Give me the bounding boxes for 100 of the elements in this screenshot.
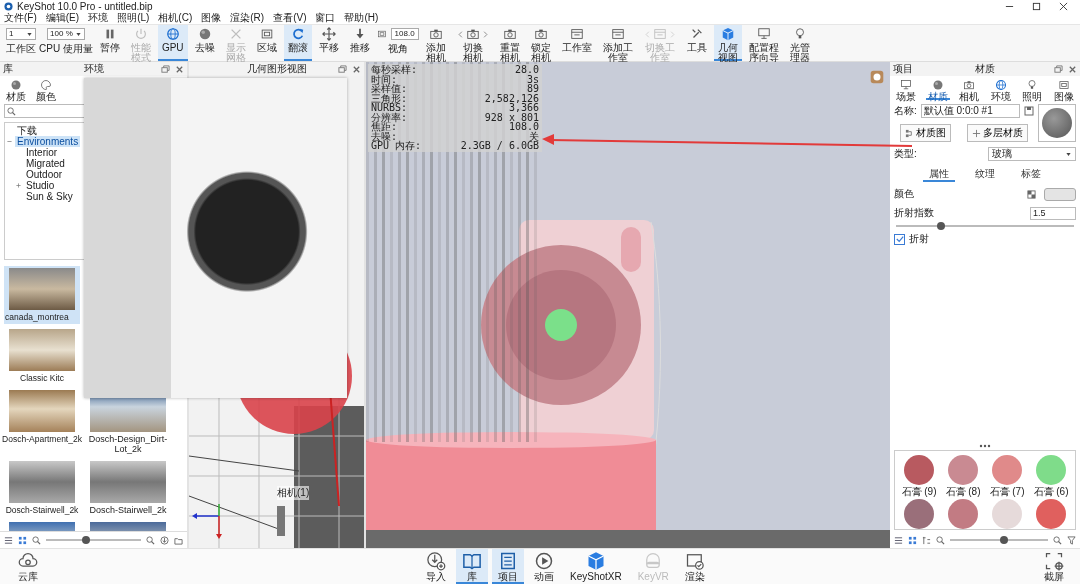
menu-item[interactable]: 编辑(E) [45,11,80,25]
property-label: 颜色 [894,187,914,201]
toolbar-button[interactable]: 暂停 [95,25,124,61]
tree-item[interactable]: 下载 [15,125,39,136]
slider-thumb[interactable] [999,536,1008,544]
toolbar-button[interactable]: GPU [157,25,188,61]
stat-label: 去噪: [371,131,398,141]
menu-item[interactable]: 渲染(R) [230,11,265,25]
expander-icon[interactable] [6,138,13,145]
toolbar-button[interactable]: 切换相机 [452,25,493,61]
material-swatch[interactable] [992,499,1022,529]
environment-item[interactable]: Dosch-Stairwell_2k [88,459,168,517]
panel-icon [569,27,584,41]
material-swatch[interactable] [992,455,1022,485]
tree-item[interactable]: Interior [24,147,60,158]
property-tab[interactable]: 属性 [923,166,955,182]
expander-icon[interactable] [15,182,22,189]
toolbar-button[interactable]: 工作室 [557,25,596,61]
material-swatch[interactable] [904,499,934,529]
tree-item[interactable]: Outdoor [24,169,65,180]
toolbar-button[interactable]: 光管理器 [785,25,814,61]
list-view-icon [894,535,903,545]
toolbar-button[interactable]: 添加相机 [421,25,450,61]
menu-item[interactable]: 相机(C) [158,11,193,25]
menu-item[interactable]: 帮助(H) [344,11,379,25]
material-swatch[interactable] [1036,455,1066,485]
toolbar-button[interactable]: 工具 [682,25,711,61]
material-swatch[interactable] [948,455,978,485]
toolbar-button[interactable]: 配置程序向导 [744,25,783,61]
toolbar-button[interactable]: 区域 [252,25,281,61]
menu-item[interactable]: 图像 [201,11,222,25]
project-tab[interactable]: 相机 [957,78,982,100]
monitor-icon [756,27,771,41]
caret-icon [74,30,82,38]
zoom-in-icon [1053,535,1062,545]
material-button[interactable]: 多层材质 [967,124,1028,142]
environment-item[interactable]: Classic Kitc [4,327,80,385]
material-swatch[interactable] [948,499,978,529]
dock-button[interactable]: 导入 [420,549,452,584]
project-tab[interactable]: 照明 [1020,78,1045,100]
toolbar-button[interactable]: 翻滚 [283,25,312,61]
stat-label: GPU 内存: [371,141,422,151]
list-view-icon [4,535,13,545]
type-dropdown[interactable]: 玻璃 [988,147,1076,161]
toolbar-button[interactable]: 推移 [345,25,374,61]
dock-button[interactable]: 渲染 [678,549,711,584]
color-swatch[interactable] [1044,187,1076,201]
property-tab[interactable]: 纹理 [969,166,1001,182]
panel-title: 项目 [893,62,914,76]
dock-button[interactable]: 项目 [492,549,524,584]
project-tab[interactable]: 场景 [894,78,918,100]
toolbar-button[interactable]: 去噪 [190,25,219,61]
material-swatch[interactable] [1036,499,1066,529]
tree-item[interactable]: Migrated [24,158,67,169]
menu-item[interactable]: 窗口 [315,11,336,25]
environment-item[interactable]: Dosch-Apartment_2k [4,388,80,456]
close-icon [1068,64,1077,74]
stat-value: 关 [528,131,539,141]
material-name: 石膏 (8) [945,487,981,497]
library-tab[interactable]: 材质 [4,78,28,100]
toolbar-button[interactable]: 重置相机 [495,25,524,61]
dock-button[interactable]: KeyShotXR [564,549,628,584]
tree-item[interactable]: Studio [24,180,57,191]
sphere-icon [197,27,212,41]
close-icon [175,64,184,74]
import-icon [426,551,446,571]
dropdown[interactable]: 100 % [47,28,85,40]
dock-button[interactable]: 云库 [12,549,44,584]
toolbar-button[interactable]: 锁定相机 [526,25,555,61]
name-field[interactable]: 默认值 0:0:0 #1 [920,104,1020,118]
sort-icon [922,535,931,545]
field-of-view-field[interactable]: 108.0 [390,28,419,40]
dropdown[interactable]: 1 [6,28,36,40]
menu-item[interactable]: 查看(V) [273,11,307,25]
environment-name: Dosch-Stairwell_2k [89,505,167,515]
library-tab[interactable]: 颜色 [34,78,58,100]
dock-button[interactable]: 动画 [528,549,560,584]
menu-item[interactable]: 照明(L) [117,11,150,25]
environment-item[interactable]: canada_montrea [4,266,80,324]
material-swatch[interactable] [904,455,934,485]
tree-item[interactable]: Sun & Sky [24,191,75,202]
slider-thumb[interactable] [81,536,90,544]
dock-button[interactable]: 截屏 [1038,549,1070,584]
property-tab[interactable]: 标签 [1015,166,1047,182]
zoom-out-icon [936,535,945,545]
checkbox[interactable] [894,233,905,245]
menu-item[interactable]: 环境 [88,11,109,25]
environment-item[interactable]: Dosch-Stairwell_2k [4,459,80,517]
project-tab[interactable]: 图像 [1051,78,1076,100]
tree-item[interactable]: Environments [15,136,81,147]
material-button[interactable]: 材质图 [900,124,951,142]
dock-button[interactable]: 库 [456,549,488,584]
value-field[interactable]: 1.5 [1030,206,1076,220]
power-icon [133,27,148,41]
menu-item[interactable]: 文件(F) [4,11,37,25]
slider-thumb[interactable] [936,222,945,230]
toolbar-button[interactable]: 添加工作室 [598,25,637,61]
project-tab[interactable]: 环境 [988,78,1013,100]
bulb-icon [1026,79,1039,91]
toolbar-button[interactable]: 平移 [314,25,343,61]
